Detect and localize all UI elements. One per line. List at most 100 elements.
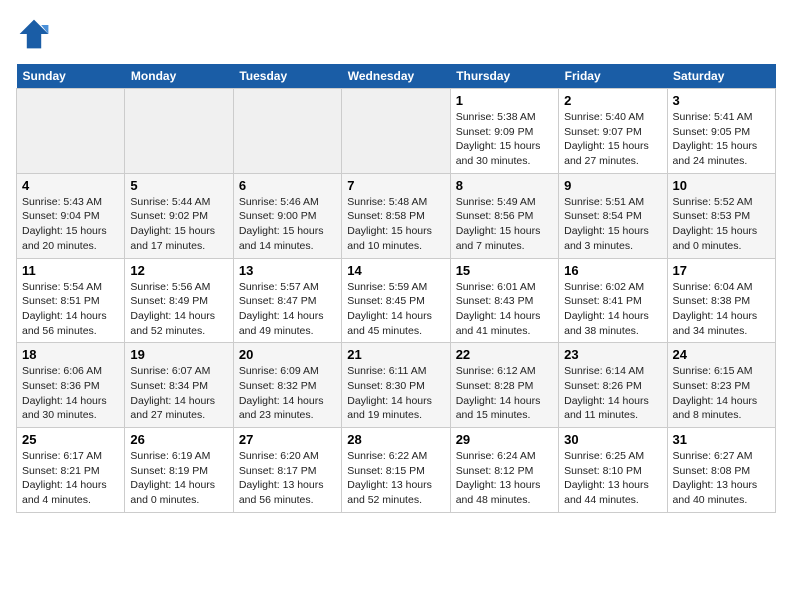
day-info: Sunrise: 6:17 AM Sunset: 8:21 PM Dayligh… [22,449,119,508]
day-number: 21 [347,347,444,362]
weekday-header-sunday: Sunday [17,64,125,89]
calendar-cell [17,89,125,174]
calendar-cell: 6 Sunrise: 5:46 AM Sunset: 9:00 PM Daylig… [233,173,341,258]
day-info: Sunrise: 6:06 AM Sunset: 8:36 PM Dayligh… [22,364,119,423]
day-number: 1 [456,93,553,108]
calendar-cell: 22 Sunrise: 6:12 AM Sunset: 8:28 PM Dayli… [450,343,558,428]
day-info: Sunrise: 5:57 AM Sunset: 8:47 PM Dayligh… [239,280,336,339]
calendar-cell: 12Sunrise: 5:56 AM Sunset: 8:49 PM Dayli… [125,258,233,343]
day-info: Sunrise: 6:02 AM Sunset: 8:41 PM Dayligh… [564,280,661,339]
day-number: 15 [456,263,553,278]
week-row-3: 11Sunrise: 5:54 AM Sunset: 8:51 PM Dayli… [17,258,776,343]
calendar-cell: 25Sunrise: 6:17 AM Sunset: 8:21 PM Dayli… [17,428,125,513]
day-number: 11 [22,263,119,278]
calendar-cell: 27 Sunrise: 6:20 AM Sunset: 8:17 PM Dayli… [233,428,341,513]
day-number: 5 [130,178,227,193]
day-info: Sunrise: 6:15 AM Sunset: 8:23 PM Dayligh… [673,364,770,423]
day-number: 13 [239,263,336,278]
calendar-table: SundayMondayTuesdayWednesdayThursdayFrid… [16,64,776,513]
day-number: 16 [564,263,661,278]
day-info: Sunrise: 6:04 AM Sunset: 8:38 PM Dayligh… [673,280,770,339]
weekday-header-friday: Friday [559,64,667,89]
day-number: 6 [239,178,336,193]
day-number: 29 [456,432,553,447]
calendar-cell: 23Sunrise: 6:14 AM Sunset: 8:26 PM Dayli… [559,343,667,428]
day-info: Sunrise: 5:41 AM Sunset: 9:05 PM Dayligh… [673,110,770,169]
weekday-header-monday: Monday [125,64,233,89]
weekday-header-thursday: Thursday [450,64,558,89]
day-info: Sunrise: 5:43 AM Sunset: 9:04 PM Dayligh… [22,195,119,254]
day-number: 17 [673,263,770,278]
day-info: Sunrise: 5:48 AM Sunset: 8:58 PM Dayligh… [347,195,444,254]
weekday-header-wednesday: Wednesday [342,64,450,89]
day-number: 31 [673,432,770,447]
logo-icon [16,16,52,52]
calendar-cell [233,89,341,174]
weekday-header-saturday: Saturday [667,64,775,89]
calendar-cell: 24 Sunrise: 6:15 AM Sunset: 8:23 PM Dayli… [667,343,775,428]
day-info: Sunrise: 6:11 AM Sunset: 8:30 PM Dayligh… [347,364,444,423]
day-number: 10 [673,178,770,193]
day-number: 26 [130,432,227,447]
logo [16,16,58,52]
day-number: 27 [239,432,336,447]
calendar-cell: 14 Sunrise: 5:59 AM Sunset: 8:45 PM Dayli… [342,258,450,343]
day-number: 28 [347,432,444,447]
calendar-cell: 20 Sunrise: 6:09 AM Sunset: 8:32 PM Dayli… [233,343,341,428]
calendar-cell: 2 Sunrise: 5:40 AM Sunset: 9:07 PM Daylig… [559,89,667,174]
week-row-1: 1 Sunrise: 5:38 AM Sunset: 9:09 PM Daylig… [17,89,776,174]
day-number: 12 [130,263,227,278]
day-number: 24 [673,347,770,362]
calendar-cell: 7 Sunrise: 5:48 AM Sunset: 8:58 PM Daylig… [342,173,450,258]
calendar-cell: 29 Sunrise: 6:24 AM Sunset: 8:12 PM Dayli… [450,428,558,513]
day-info: Sunrise: 6:20 AM Sunset: 8:17 PM Dayligh… [239,449,336,508]
day-info: Sunrise: 6:19 AM Sunset: 8:19 PM Dayligh… [130,449,227,508]
day-number: 19 [130,347,227,362]
calendar-cell: 8 Sunrise: 5:49 AM Sunset: 8:56 PM Daylig… [450,173,558,258]
day-number: 7 [347,178,444,193]
calendar-cell: 30 Sunrise: 6:25 AM Sunset: 8:10 PM Dayli… [559,428,667,513]
day-info: Sunrise: 6:14 AM Sunset: 8:26 PM Dayligh… [564,364,661,423]
calendar-cell: 3 Sunrise: 5:41 AM Sunset: 9:05 PM Daylig… [667,89,775,174]
day-info: Sunrise: 6:09 AM Sunset: 8:32 PM Dayligh… [239,364,336,423]
day-info: Sunrise: 6:22 AM Sunset: 8:15 PM Dayligh… [347,449,444,508]
calendar-cell: 17 Sunrise: 6:04 AM Sunset: 8:38 PM Dayli… [667,258,775,343]
calendar-cell: 31Sunrise: 6:27 AM Sunset: 8:08 PM Dayli… [667,428,775,513]
day-number: 30 [564,432,661,447]
day-number: 2 [564,93,661,108]
calendar-cell: 11Sunrise: 5:54 AM Sunset: 8:51 PM Dayli… [17,258,125,343]
calendar-cell: 16 Sunrise: 6:02 AM Sunset: 8:41 PM Dayli… [559,258,667,343]
calendar-cell: 18 Sunrise: 6:06 AM Sunset: 8:36 PM Dayli… [17,343,125,428]
day-info: Sunrise: 6:24 AM Sunset: 8:12 PM Dayligh… [456,449,553,508]
day-number: 3 [673,93,770,108]
day-info: Sunrise: 6:12 AM Sunset: 8:28 PM Dayligh… [456,364,553,423]
calendar-cell: 21 Sunrise: 6:11 AM Sunset: 8:30 PM Dayli… [342,343,450,428]
calendar-cell [342,89,450,174]
day-number: 14 [347,263,444,278]
week-row-5: 25Sunrise: 6:17 AM Sunset: 8:21 PM Dayli… [17,428,776,513]
calendar-cell: 1 Sunrise: 5:38 AM Sunset: 9:09 PM Daylig… [450,89,558,174]
page-header [16,16,776,52]
day-number: 8 [456,178,553,193]
day-info: Sunrise: 6:01 AM Sunset: 8:43 PM Dayligh… [456,280,553,339]
day-number: 18 [22,347,119,362]
day-number: 22 [456,347,553,362]
calendar-cell: 9Sunrise: 5:51 AM Sunset: 8:54 PM Daylig… [559,173,667,258]
day-info: Sunrise: 5:44 AM Sunset: 9:02 PM Dayligh… [130,195,227,254]
day-info: Sunrise: 5:52 AM Sunset: 8:53 PM Dayligh… [673,195,770,254]
day-info: Sunrise: 5:40 AM Sunset: 9:07 PM Dayligh… [564,110,661,169]
calendar-cell: 13 Sunrise: 5:57 AM Sunset: 8:47 PM Dayli… [233,258,341,343]
calendar-cell [125,89,233,174]
day-number: 20 [239,347,336,362]
day-info: Sunrise: 5:46 AM Sunset: 9:00 PM Dayligh… [239,195,336,254]
day-info: Sunrise: 6:25 AM Sunset: 8:10 PM Dayligh… [564,449,661,508]
calendar-cell: 5 Sunrise: 5:44 AM Sunset: 9:02 PM Daylig… [125,173,233,258]
calendar-cell: 26 Sunrise: 6:19 AM Sunset: 8:19 PM Dayli… [125,428,233,513]
day-info: Sunrise: 6:07 AM Sunset: 8:34 PM Dayligh… [130,364,227,423]
day-info: Sunrise: 5:49 AM Sunset: 8:56 PM Dayligh… [456,195,553,254]
calendar-cell: 28 Sunrise: 6:22 AM Sunset: 8:15 PM Dayli… [342,428,450,513]
day-info: Sunrise: 5:59 AM Sunset: 8:45 PM Dayligh… [347,280,444,339]
day-info: Sunrise: 5:51 AM Sunset: 8:54 PM Dayligh… [564,195,661,254]
day-info: Sunrise: 5:38 AM Sunset: 9:09 PM Dayligh… [456,110,553,169]
weekday-header-row: SundayMondayTuesdayWednesdayThursdayFrid… [17,64,776,89]
